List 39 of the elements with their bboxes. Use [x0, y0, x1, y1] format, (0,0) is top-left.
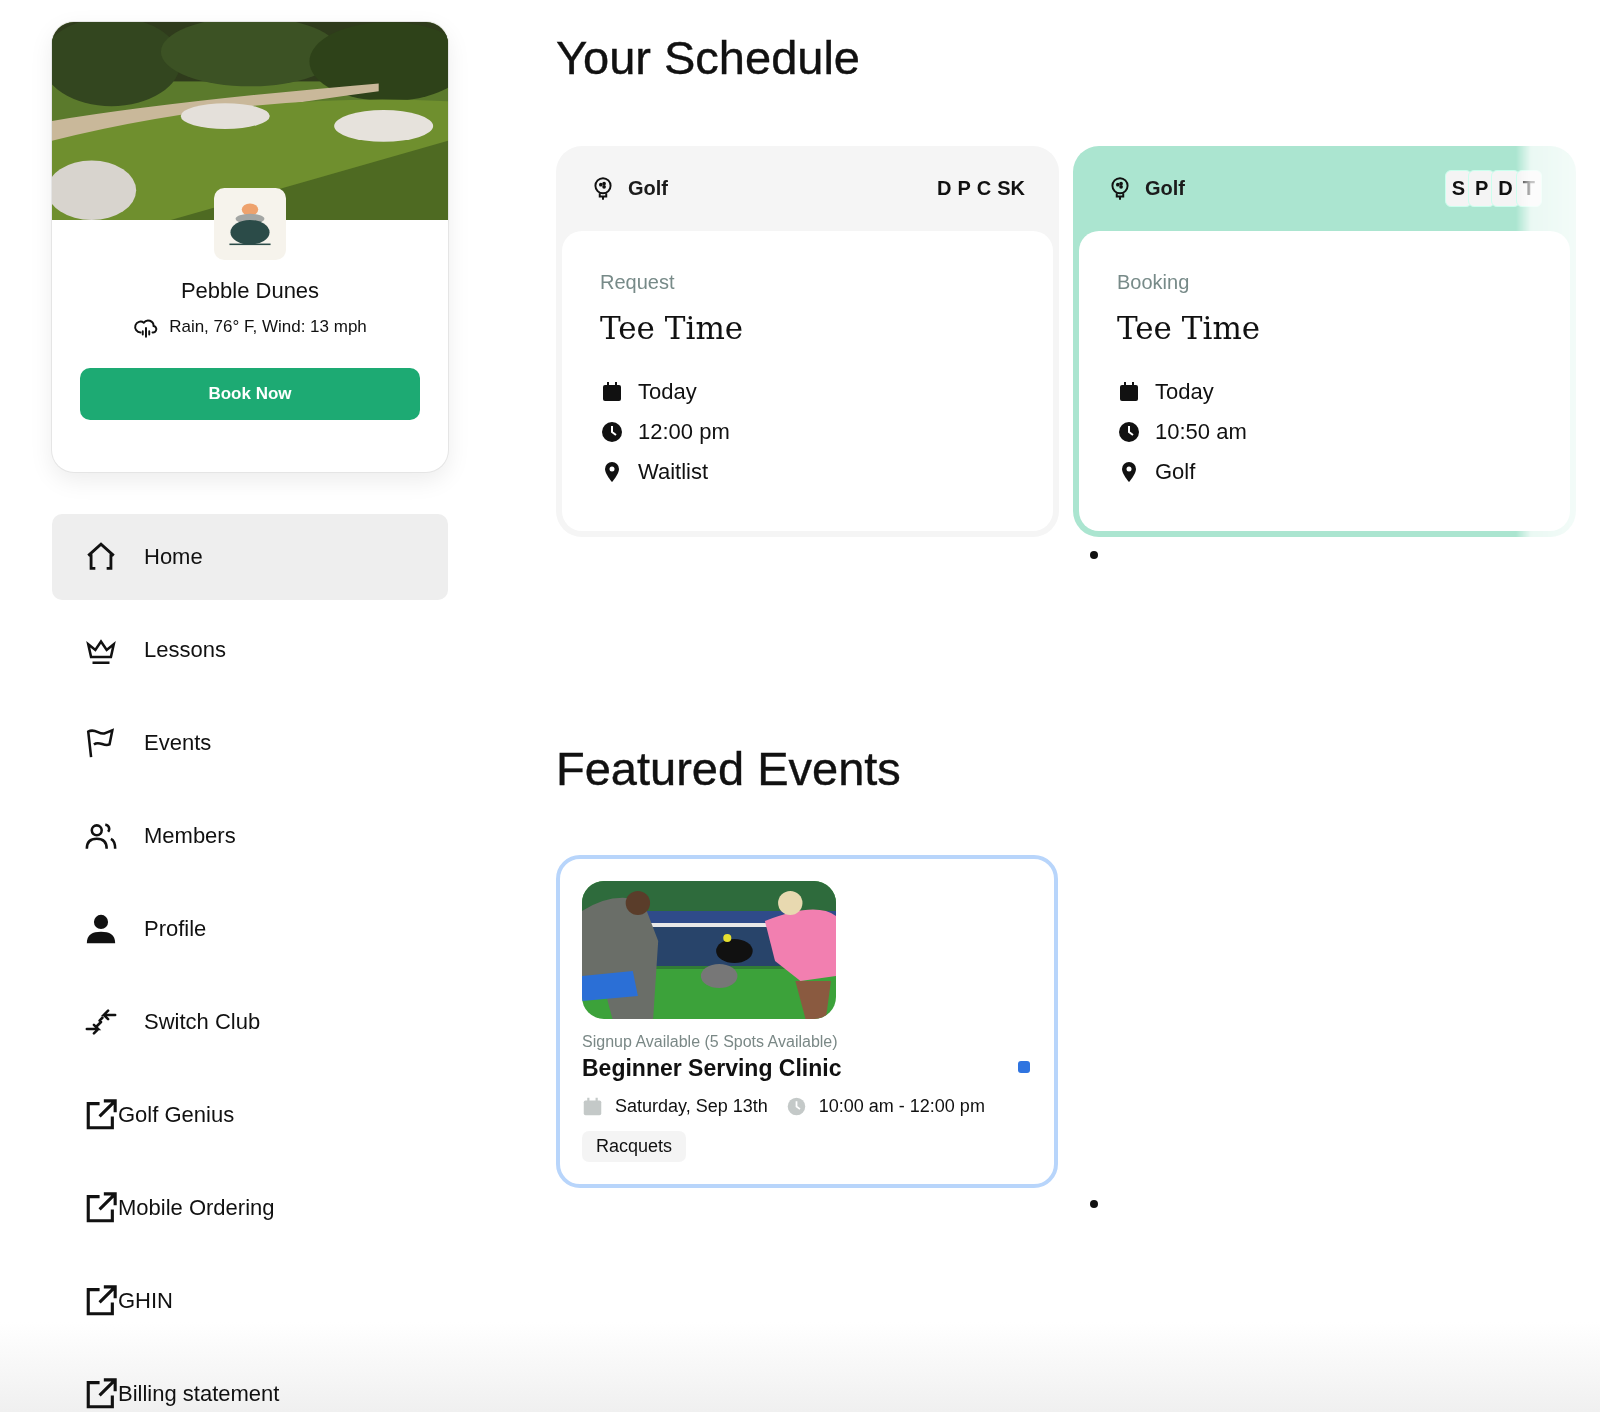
nav-item[interactable]: Switch Club [52, 979, 448, 1065]
member-tag: P [957, 177, 971, 200]
booking-status: Booking [1117, 271, 1191, 294]
nav-item[interactable]: GHIN [52, 1258, 448, 1344]
event-tag: Racquets [582, 1131, 687, 1162]
booking-time: 10:50 am [1155, 419, 1247, 445]
nav-item[interactable]: Golf Genius [52, 1072, 448, 1158]
section-title: Featured Events [556, 741, 902, 797]
nav-item[interactable]: Lessons [52, 607, 448, 693]
schedule-card[interactable]: Golf D P C SK Request Tee Time Today 12:00 pm Waitlist [556, 146, 1059, 537]
club-name: Pebble Dunes [180, 278, 320, 304]
nav-item[interactable]: Profile [52, 886, 448, 972]
booking-title: Tee Time [1117, 310, 1262, 346]
member-tag: SK [997, 177, 1025, 200]
availability-text: Signup Available (5 Spots Available) [582, 1033, 838, 1051]
nav-item[interactable]: Events [52, 700, 448, 786]
event-time: 10:00 am - 12:00 pm [818, 1096, 985, 1117]
booking-status: Request [600, 271, 676, 294]
booking-title: Tee Time [600, 310, 745, 346]
nav-item[interactable]: Billing statement [52, 1351, 448, 1412]
booking-location: Waitlist [638, 459, 709, 485]
nav-item[interactable]: Home [52, 514, 448, 600]
member-tag: C [976, 177, 992, 200]
nav-item[interactable]: Members [52, 793, 448, 879]
event-date: Saturday, Sep 13th [615, 1096, 768, 1117]
event-title: Beginner Serving Clinic [582, 1055, 842, 1082]
member-tag: D [1491, 170, 1520, 207]
schedule-card[interactable]: Golf S P D T Booking Tee Time Today 10:50 am Golf [1073, 146, 1576, 537]
nav-item[interactable]: Mobile Ordering [52, 1165, 448, 1251]
booking-time: 12:00 pm [638, 419, 730, 445]
category-label: Golf [628, 177, 669, 200]
event-card[interactable]: Signup Available (5 Spots Available) Beginner Serving Clinic Saturday, Sep 13th 10:00 am - 12:00 pm Racquets [556, 855, 1058, 1188]
booking-date: Today [1155, 379, 1214, 405]
member-tag: D [936, 177, 952, 200]
booking-location: Golf [1155, 459, 1196, 485]
category-label: Golf [1145, 177, 1186, 200]
weather-text: Rain, 76° F, Wind: 13 mph [169, 317, 367, 337]
section-title: Your Schedule [556, 30, 861, 86]
booking-date: Today [638, 379, 697, 405]
